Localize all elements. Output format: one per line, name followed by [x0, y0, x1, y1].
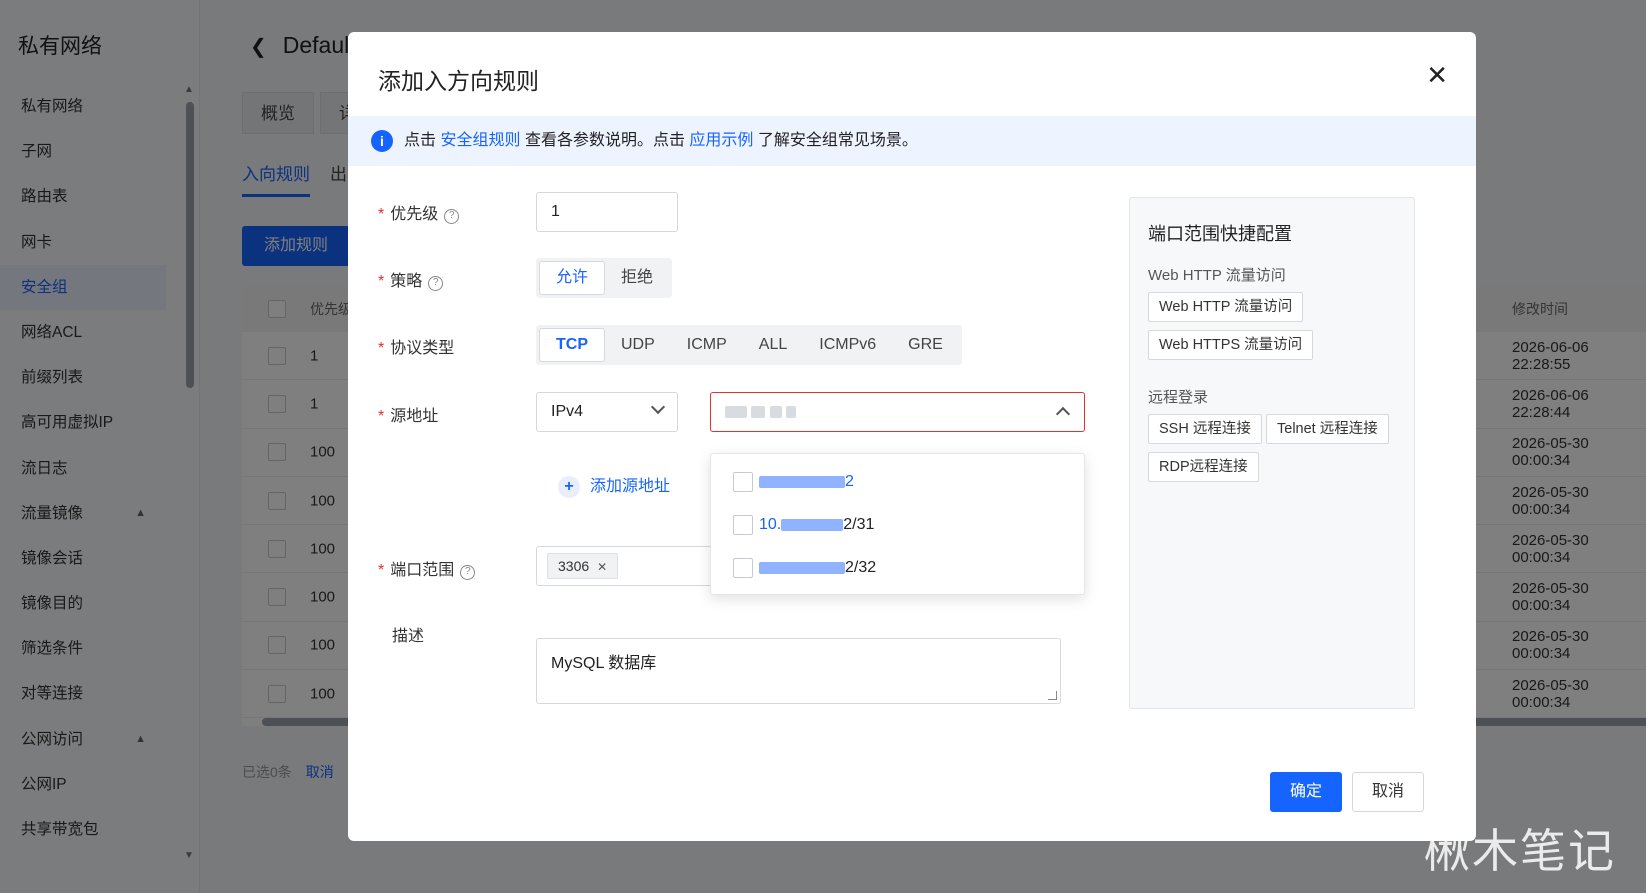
policy-segmented: 允许 拒绝	[536, 258, 673, 298]
remove-tag-icon[interactable]: ✕	[597, 560, 607, 574]
priority-input[interactable]: 1	[536, 192, 678, 232]
dialog-title: 添加入方向规则	[378, 68, 539, 94]
ssh-button[interactable]: SSH 远程连接	[1148, 414, 1262, 444]
protocol-gre[interactable]: GRE	[892, 328, 959, 362]
port-tag: 3306 ✕	[547, 553, 619, 579]
chevron-down-icon	[650, 399, 666, 415]
security-group-rules-link[interactable]: 安全组规则	[440, 132, 520, 149]
resize-handle-icon[interactable]	[1048, 691, 1057, 700]
dropdown-option[interactable]: 2/32	[733, 557, 876, 579]
web-http-button[interactable]: Web HTTP 流量访问	[1148, 292, 1304, 322]
help-icon[interactable]: ?	[428, 276, 444, 291]
dropdown-option[interactable]: 10. 2/31	[733, 514, 874, 536]
app-example-link[interactable]: 应用示例	[689, 132, 753, 149]
protocol-segmented: TCP UDP ICMP ALL ICMPv6 GRE	[536, 325, 962, 365]
add-source-address-link[interactable]: + 添加源地址	[558, 472, 670, 498]
source-address-select[interactable]	[710, 392, 1085, 432]
help-icon[interactable]: ?	[460, 565, 476, 580]
close-icon[interactable]: ✕	[1426, 60, 1448, 91]
banner-text-suffix: 了解安全组常见场景。	[757, 132, 918, 149]
policy-allow[interactable]: 允许	[539, 261, 606, 295]
option-checkbox[interactable]	[733, 557, 753, 578]
description-label: 描述	[392, 628, 425, 645]
ip-version-select[interactable]: IPv4	[536, 392, 678, 432]
plus-icon: +	[558, 476, 580, 498]
telnet-button[interactable]: Telnet 远程连接	[1266, 414, 1389, 444]
policy-label: * 策略?	[378, 267, 444, 291]
option-checkbox[interactable]	[733, 471, 753, 492]
priority-label: * 优先级?	[378, 200, 460, 224]
policy-deny[interactable]: 拒绝	[605, 261, 669, 295]
port-range-label: * 端口范围?	[378, 556, 476, 580]
quick-config-title: 端口范围快捷配置	[1148, 224, 1292, 244]
protocol-udp[interactable]: UDP	[605, 328, 671, 362]
protocol-icmp[interactable]: ICMP	[671, 328, 743, 362]
web-section-label: Web HTTP 流量访问	[1148, 267, 1286, 284]
web-https-button[interactable]: Web HTTPS 流量访问	[1148, 330, 1314, 360]
option-checkbox[interactable]	[733, 514, 753, 535]
protocol-label: * 协议类型	[378, 340, 455, 357]
help-icon[interactable]: ?	[444, 209, 460, 224]
source-address-dropdown: 2 10. 2/31 2/32	[710, 453, 1085, 595]
chevron-up-icon	[1055, 406, 1071, 422]
dropdown-option[interactable]: 2	[733, 471, 854, 493]
banner-text-prefix: 点击	[404, 132, 437, 149]
banner-text-middle: 查看各参数说明。点击	[524, 132, 685, 149]
port-quick-config-panel: 端口范围快捷配置 Web HTTP 流量访问 Web HTTP 流量访问 Web…	[1129, 197, 1415, 709]
description-textarea[interactable]: MySQL 数据库	[536, 638, 1061, 704]
info-banner: i 点击 安全组规则 查看各参数说明。点击 应用示例 了解安全组常见场景。	[348, 116, 1476, 166]
cancel-button[interactable]: 取消	[1352, 772, 1424, 812]
protocol-icmpv6[interactable]: ICMPv6	[803, 328, 892, 362]
add-inbound-rule-dialog: 添加入方向规则 ✕ i 点击 安全组规则 查看各参数说明。点击 应用示例 了解安…	[348, 32, 1476, 841]
confirm-button[interactable]: 确定	[1270, 772, 1342, 812]
rdp-button[interactable]: RDP远程连接	[1148, 452, 1259, 482]
protocol-all[interactable]: ALL	[743, 328, 803, 362]
watermark: 楸木笔记	[1424, 824, 1616, 878]
source-label: * 源地址	[378, 408, 439, 425]
info-icon: i	[371, 130, 393, 152]
protocol-tcp[interactable]: TCP	[539, 328, 605, 362]
remote-section-label: 远程登录	[1148, 389, 1209, 406]
